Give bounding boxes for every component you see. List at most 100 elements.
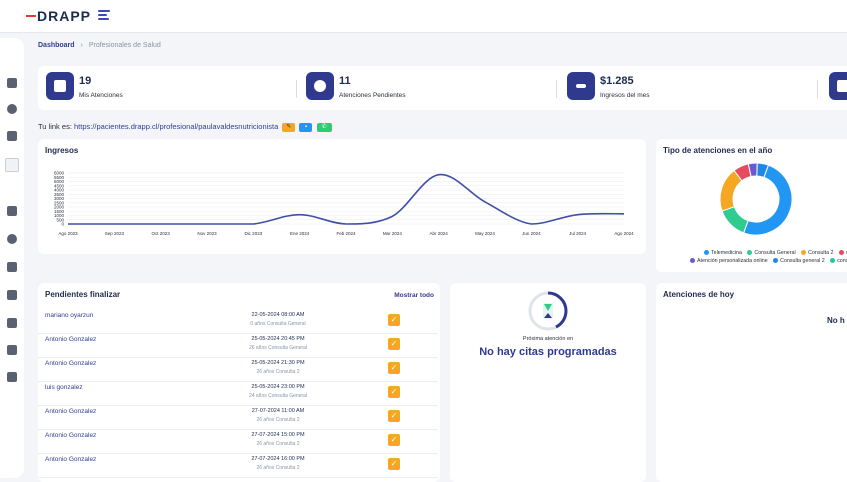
check-button[interactable]: ✓ xyxy=(388,386,400,398)
check-button[interactable]: ✓ xyxy=(388,338,400,350)
table-row[interactable]: Antonio Gonzalez 25-05-2024 20:45 PM 26 … xyxy=(38,333,438,358)
show-all-link[interactable]: Mostrar todo xyxy=(394,292,434,299)
appointment-date: 22-05-2024 08:00 AM xyxy=(251,312,305,318)
y-tick-label: 2500 xyxy=(54,200,65,205)
logo[interactable]: DRAPP xyxy=(26,7,91,25)
check-button[interactable]: ✓ xyxy=(388,458,400,470)
appointment-detail: 26 años Consulta 2 xyxy=(256,369,300,375)
tipo-card: Tipo de atenciones en el año Telemedicin… xyxy=(656,139,847,272)
y-tick-label: 3500 xyxy=(54,192,65,197)
patient-name[interactable]: Antonio Gonzalez xyxy=(45,432,96,439)
x-tick-label: Jun 2024 xyxy=(522,231,541,236)
y-tick-label: 5000 xyxy=(54,179,65,184)
x-tick-label: Abr 2024 xyxy=(430,231,449,236)
appointment-detail: 26 años Consulta 2 xyxy=(256,417,300,423)
patient-name[interactable]: Antonio Gonzalez xyxy=(45,456,96,463)
pendientes-card: Pendientes finalizar Mostrar todo marian… xyxy=(38,283,440,482)
patient-name[interactable]: Antonio Gonzalez xyxy=(45,360,96,367)
x-tick-label: Ene 2024 xyxy=(290,231,310,236)
ingresos-series-line xyxy=(68,173,625,225)
patient-name[interactable]: Antonio Gonzalez xyxy=(45,336,96,343)
patient-name[interactable]: Antonio Gonzalez xyxy=(45,408,96,415)
edit-icon[interactable] xyxy=(5,158,19,172)
check-button[interactable]: ✓ xyxy=(388,410,400,422)
legend-item: Atención personalizada online xyxy=(690,258,768,264)
x-tick-label: Jul 2024 xyxy=(569,231,587,236)
y-tick-label: 1500 xyxy=(54,209,65,214)
table-row[interactable]: Antonio Gonzalez 27-07-2024 11:00 AM 26 … xyxy=(38,405,438,430)
appointment-date: 25-05-2024 23:00 PM xyxy=(251,384,305,390)
link-url[interactable]: https://pacientes.drapp.cl/profesional/p… xyxy=(74,122,278,131)
legend-item: consul xyxy=(830,258,847,264)
x-tick-label: Mar 2024 xyxy=(383,231,403,236)
hourglass-progress-icon xyxy=(528,291,568,331)
users-settings-icon[interactable] xyxy=(7,131,17,141)
proxima-label: Próxima atención en xyxy=(522,336,574,342)
logo-text: DRAPP xyxy=(37,8,92,24)
appointment-detail: 26 años Consulta 2 xyxy=(256,465,300,471)
y-tick-label: 6000 xyxy=(54,171,65,176)
stats-bar: 19 Mis Atenciones 11 Atenciones Pendient… xyxy=(38,66,847,110)
x-tick-label: May 2024 xyxy=(475,231,495,236)
proxima-card: Próxima atención en No hay citas program… xyxy=(450,283,646,482)
sidebar xyxy=(0,38,24,478)
legend-row-2: Atención personalizada online Consulta g… xyxy=(690,258,847,264)
legend-item: Consulta 2 xyxy=(801,250,833,256)
document-icon[interactable] xyxy=(7,345,17,355)
table-row[interactable]: luis gonzalez 25-05-2024 23:00 PM 24 año… xyxy=(38,381,438,406)
x-tick-label: Nov 2023 xyxy=(197,231,217,236)
y-tick-label: 0 xyxy=(61,222,64,227)
divider xyxy=(296,80,297,98)
breadcrumb-separator: › xyxy=(80,42,83,49)
appointment-detail: 0 años Consulta General xyxy=(250,321,306,327)
ingresos-chart: 0500100015002000250030003500400045005000… xyxy=(54,171,634,237)
legend-item: Telemedicina xyxy=(704,250,742,256)
table-row[interactable]: Antonio Gonzalez 27-07-2024 15:00 PM 26 … xyxy=(38,429,438,454)
appointment-date: 25-05-2024 20:45 PM xyxy=(251,336,305,342)
profile-link: Tu link es: https://pacientes.drapp.cl/p… xyxy=(38,122,332,132)
legend-row-1: Telemedicina Consulta General Consulta 2… xyxy=(704,250,847,256)
user-clock-icon xyxy=(306,72,334,100)
whatsapp-link-button[interactable]: ✆ xyxy=(316,122,332,132)
edit-link-button[interactable]: ✎ xyxy=(282,122,296,132)
table-row[interactable]: Antonio Gonzalez 27-07-2024 16:00 PM 26 … xyxy=(38,453,438,478)
copy-link-button[interactable]: ▪ xyxy=(299,122,313,132)
stat-value: 11 xyxy=(339,75,351,87)
wallet-icon xyxy=(829,72,847,100)
calendar-icon xyxy=(46,72,74,100)
profile-icon[interactable] xyxy=(7,234,17,244)
stat-value: 19 xyxy=(79,75,92,87)
breadcrumb-current: Profesionales de Salud xyxy=(88,42,161,49)
dashboard-icon[interactable] xyxy=(7,78,17,88)
user-icon[interactable] xyxy=(7,104,17,114)
stat-value: $1.285 xyxy=(600,75,634,87)
table-row[interactable]: Antonio Gonzalez 25-05-2024 21:30 PM 26 … xyxy=(38,357,438,382)
y-tick-label: 1000 xyxy=(54,213,65,218)
appointment-date: 27-07-2024 11:00 AM xyxy=(251,408,305,414)
appointment-detail: 24 años Consulta General xyxy=(248,393,308,399)
table-row[interactable]: mariano oyarzun 22-05-2024 08:00 AM 0 añ… xyxy=(38,309,438,334)
patient-name[interactable]: mariano oyarzun xyxy=(45,312,93,319)
tipo-donut-chart xyxy=(719,162,793,236)
breadcrumb: Dashboard › Profesionales de Salud xyxy=(38,42,161,49)
check-button[interactable]: ✓ xyxy=(388,434,400,446)
y-tick-label: 3000 xyxy=(54,196,65,201)
calendar-icon[interactable] xyxy=(7,290,17,300)
check-button[interactable]: ✓ xyxy=(388,362,400,374)
x-tick-label: Ago 2024 xyxy=(614,231,634,236)
patient-name[interactable]: luis gonzalez xyxy=(45,384,83,391)
appointment-date: 27-07-2024 15:00 PM xyxy=(251,432,305,438)
ingresos-card: Ingresos 0 500 1000 1500 2000 2500 3000 3500 400… xyxy=(38,139,646,254)
link-prefix: Tu link es: xyxy=(38,122,72,131)
menu-icon[interactable] xyxy=(98,10,110,20)
pendientes-title: Pendientes finalizar xyxy=(45,290,121,299)
grid-icon[interactable] xyxy=(7,206,17,216)
check-button[interactable]: ✓ xyxy=(388,314,400,326)
breadcrumb-home[interactable]: Dashboard xyxy=(38,42,75,49)
book-icon[interactable] xyxy=(7,262,17,272)
stat-label: Atenciones Pendientes xyxy=(339,92,406,99)
no-appointments-today: No h xyxy=(827,316,845,325)
share-icon xyxy=(567,72,595,100)
team-icon[interactable] xyxy=(7,318,17,328)
logout-icon[interactable] xyxy=(7,372,17,382)
